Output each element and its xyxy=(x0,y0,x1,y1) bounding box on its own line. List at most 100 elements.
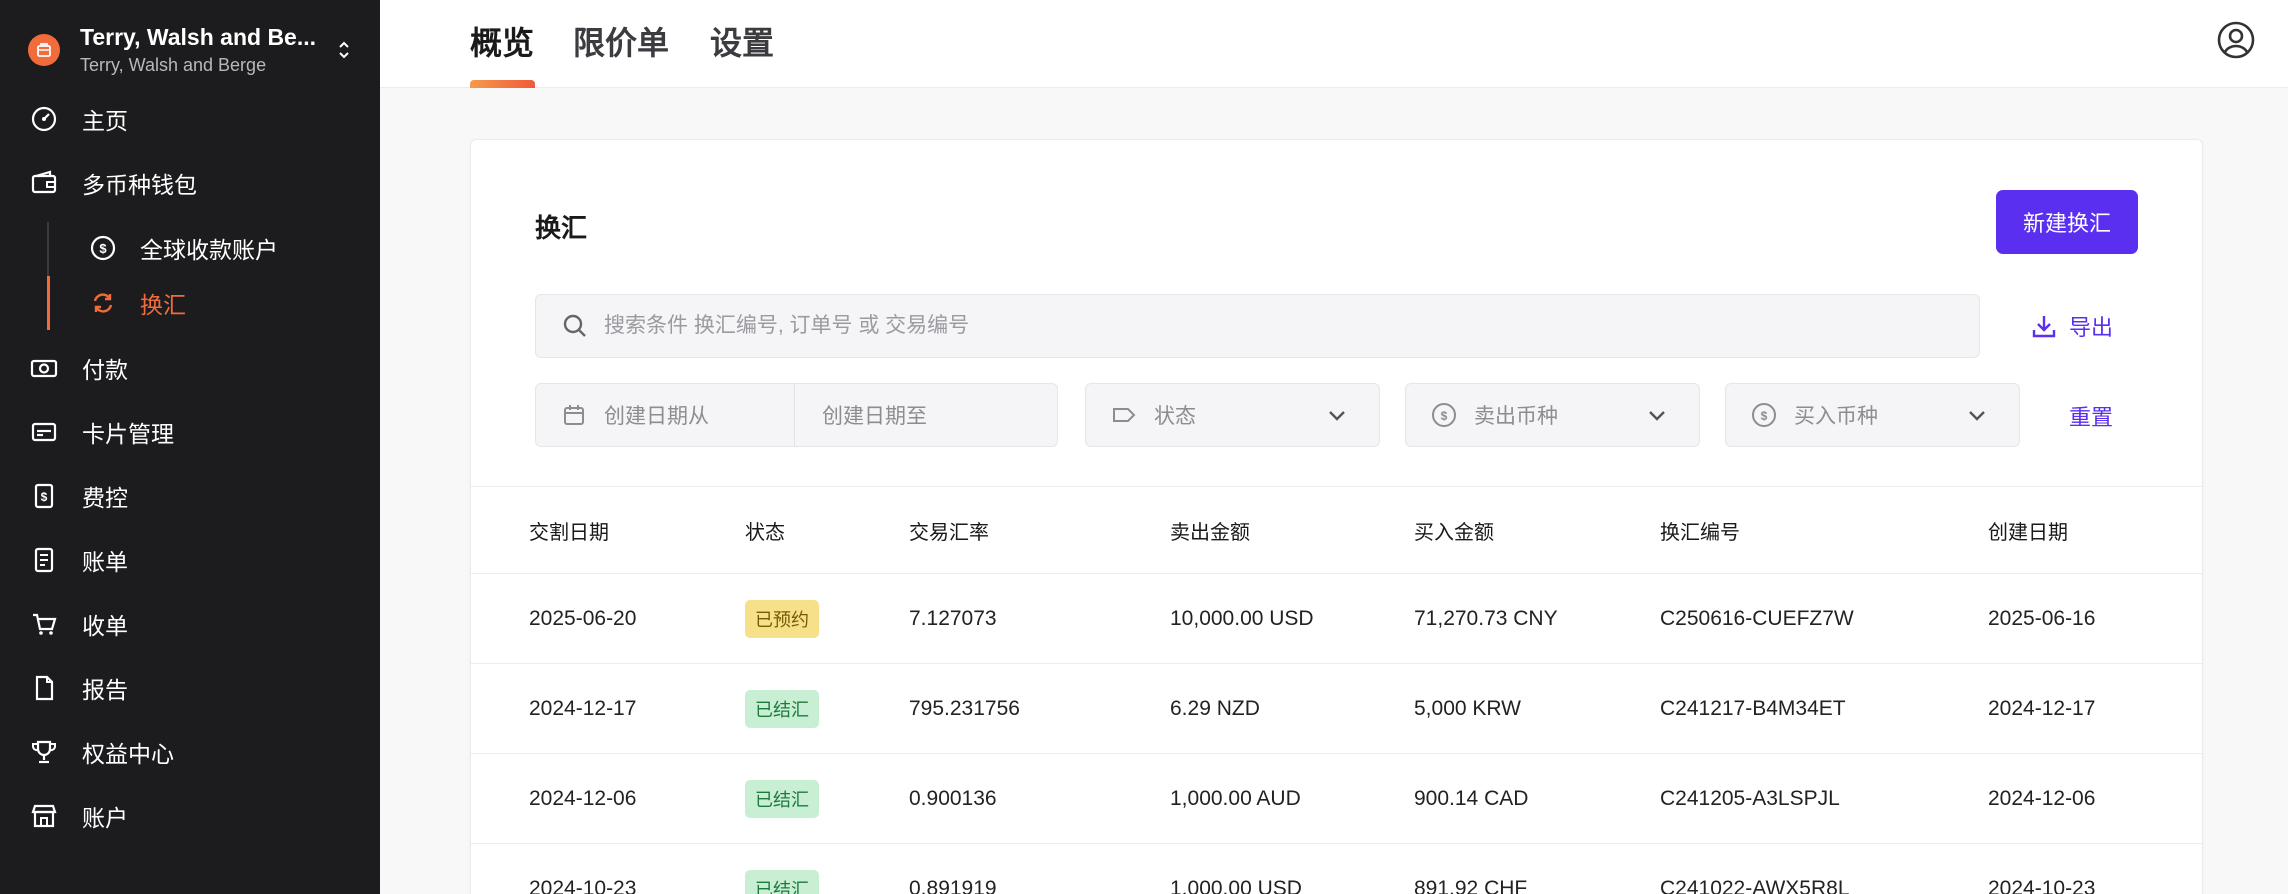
search-icon xyxy=(560,311,590,341)
buy-currency-select[interactable]: $ 买入币种 xyxy=(1725,383,2020,447)
search-input[interactable] xyxy=(604,314,1904,338)
cart-icon xyxy=(28,608,60,640)
cell-exchange-id: C241217-B4M34ET xyxy=(1660,696,1846,720)
payment-icon xyxy=(28,352,60,384)
status-select-label: 状态 xyxy=(1154,405,1196,428)
cell-settle-date: 2024-12-17 xyxy=(529,696,637,720)
card-icon xyxy=(28,416,60,448)
chevron-down-icon xyxy=(1645,404,1669,428)
table-row[interactable]: 2025-06-20 已预约 7.127073 10,000.00 USD 71… xyxy=(471,574,2202,664)
chevron-up-down-icon[interactable] xyxy=(330,36,358,64)
tab-overview[interactable]: 概览 xyxy=(470,18,534,88)
header-buy-amount[interactable]: 买入金额 xyxy=(1414,487,1494,573)
cell-buy-amount: 5,000 KRW xyxy=(1414,696,1521,720)
sidebar-item-reports[interactable]: 报告 xyxy=(28,666,358,710)
table-row[interactable]: 2024-10-23 已结汇 0.891919 1,000.00 USD 891… xyxy=(471,844,2202,894)
sidebar-item-label: 多币种钱包 xyxy=(82,172,197,198)
cell-rate: 7.127073 xyxy=(909,606,997,630)
sidebar-item-label: 账户 xyxy=(82,805,128,831)
user-profile-icon[interactable] xyxy=(2216,20,2256,60)
sidebar-subitem-global-account[interactable]: $ 全球收款账户 xyxy=(88,226,358,270)
expense-icon: $ xyxy=(28,480,60,512)
status-badge: 已结汇 xyxy=(745,779,819,818)
cell-created-date: 2024-12-06 xyxy=(1988,786,2096,810)
sub-nav-active-indicator xyxy=(47,276,50,330)
date-range-filter[interactable]: 创建日期从 创建日期至 xyxy=(535,383,1058,447)
header-created-date[interactable]: 创建日期 xyxy=(1988,487,2068,573)
cell-buy-amount: 71,270.73 CNY xyxy=(1414,606,1558,630)
cell-sell-amount: 1,000.00 USD xyxy=(1170,876,1302,894)
status-badge: 已结汇 xyxy=(745,869,819,894)
sidebar-item-expense[interactable]: $ 费控 xyxy=(28,474,358,518)
date-divider xyxy=(794,384,795,446)
org-logo-icon xyxy=(28,34,60,66)
sidebar-item-acquiring[interactable]: 收单 xyxy=(28,602,358,646)
reset-button[interactable]: 重置 xyxy=(2069,400,2113,432)
wallet-icon xyxy=(28,167,60,199)
header-sell-amount[interactable]: 卖出金额 xyxy=(1170,487,1250,573)
cell-sell-amount: 1,000.00 AUD xyxy=(1170,786,1301,810)
svg-text:$: $ xyxy=(41,490,48,504)
sell-currency-label: 卖出币种 xyxy=(1474,405,1558,428)
svg-text:$: $ xyxy=(1441,409,1448,423)
store-icon xyxy=(28,800,60,832)
cell-rate: 0.891919 xyxy=(909,876,997,894)
table-row[interactable]: 2024-12-17 已结汇 795.231756 6.29 NZD 5,000… xyxy=(471,664,2202,754)
chevron-down-icon xyxy=(1325,404,1349,428)
cell-sell-amount: 6.29 NZD xyxy=(1170,696,1260,720)
sidebar: Terry, Walsh and Be... Terry, Walsh and … xyxy=(0,0,380,894)
exchange-icon xyxy=(88,288,118,318)
header-status[interactable]: 状态 xyxy=(745,487,785,573)
search-box[interactable] xyxy=(535,294,1980,358)
header-settle-date[interactable]: 交割日期 xyxy=(529,487,609,573)
sidebar-item-cards[interactable]: 卡片管理 xyxy=(28,410,358,454)
sell-currency-select[interactable]: $ 卖出币种 xyxy=(1405,383,1700,447)
export-button[interactable]: 导出 xyxy=(2029,308,2113,344)
cell-rate: 0.900136 xyxy=(909,786,997,810)
table-header: 交割日期 状态 交易汇率 卖出金额 买入金额 换汇编号 创建日期 xyxy=(471,486,2202,574)
cell-created-date: 2025-06-16 xyxy=(1988,606,2096,630)
sidebar-item-label: 付款 xyxy=(82,357,128,383)
cell-settle-date: 2024-10-23 xyxy=(529,876,637,894)
sidebar-item-bills[interactable]: 账单 xyxy=(28,538,358,582)
sidebar-item-account[interactable]: 账户 xyxy=(28,794,358,838)
sidebar-item-label: 卡片管理 xyxy=(82,421,174,447)
sidebar-item-wallet[interactable]: 多币种钱包 xyxy=(28,161,358,205)
tag-icon xyxy=(1110,401,1138,429)
sidebar-item-label: 主页 xyxy=(82,108,128,134)
sidebar-item-payment[interactable]: 付款 xyxy=(28,346,358,390)
sidebar-item-benefits[interactable]: 权益中心 xyxy=(28,730,358,774)
tab-limit-orders[interactable]: 限价单 xyxy=(573,18,669,88)
cell-rate: 795.231756 xyxy=(909,696,1020,720)
date-from-input[interactable]: 创建日期从 xyxy=(604,400,709,430)
svg-text:$: $ xyxy=(1761,409,1768,423)
header-rate[interactable]: 交易汇率 xyxy=(909,487,989,573)
report-icon xyxy=(28,672,60,704)
cell-settle-date: 2025-06-20 xyxy=(529,606,637,630)
sidebar-item-label: 费控 xyxy=(82,485,128,511)
date-to-input[interactable]: 创建日期至 xyxy=(822,400,927,430)
cell-exchange-id: C241205-A3LSPJL xyxy=(1660,786,1840,810)
status-badge: 已结汇 xyxy=(745,689,819,728)
download-icon xyxy=(2029,311,2059,341)
sidebar-item-label: 报告 xyxy=(82,677,128,703)
export-label: 导出 xyxy=(2069,315,2114,340)
page-title: 换汇 xyxy=(535,213,588,243)
dashboard-icon xyxy=(28,103,60,135)
tab-settings[interactable]: 设置 xyxy=(710,18,774,88)
trophy-icon xyxy=(28,736,60,768)
sidebar-item-label: 账单 xyxy=(82,549,128,575)
cell-status: 已结汇 xyxy=(745,754,819,843)
cell-buy-amount: 891.92 CHF xyxy=(1414,876,1528,894)
dollar-circle-icon: $ xyxy=(1430,401,1458,429)
org-switcher[interactable]: Terry, Walsh and Be... Terry, Walsh and … xyxy=(28,20,358,80)
table-row[interactable]: 2024-12-06 已结汇 0.900136 1,000.00 AUD 900… xyxy=(471,754,2202,844)
sidebar-subitem-exchange[interactable]: 换汇 xyxy=(88,281,358,325)
org-name: Terry, Walsh and Be... xyxy=(80,24,317,50)
cell-created-date: 2024-12-17 xyxy=(1988,696,2096,720)
status-select[interactable]: 状态 xyxy=(1085,383,1380,447)
header-exchange-id[interactable]: 换汇编号 xyxy=(1660,487,1740,573)
new-exchange-button[interactable]: 新建换汇 xyxy=(1996,190,2138,254)
sidebar-item-home[interactable]: 主页 xyxy=(28,97,358,141)
exchange-table: 交割日期 状态 交易汇率 卖出金额 买入金额 换汇编号 创建日期 2025-06… xyxy=(471,486,2202,894)
